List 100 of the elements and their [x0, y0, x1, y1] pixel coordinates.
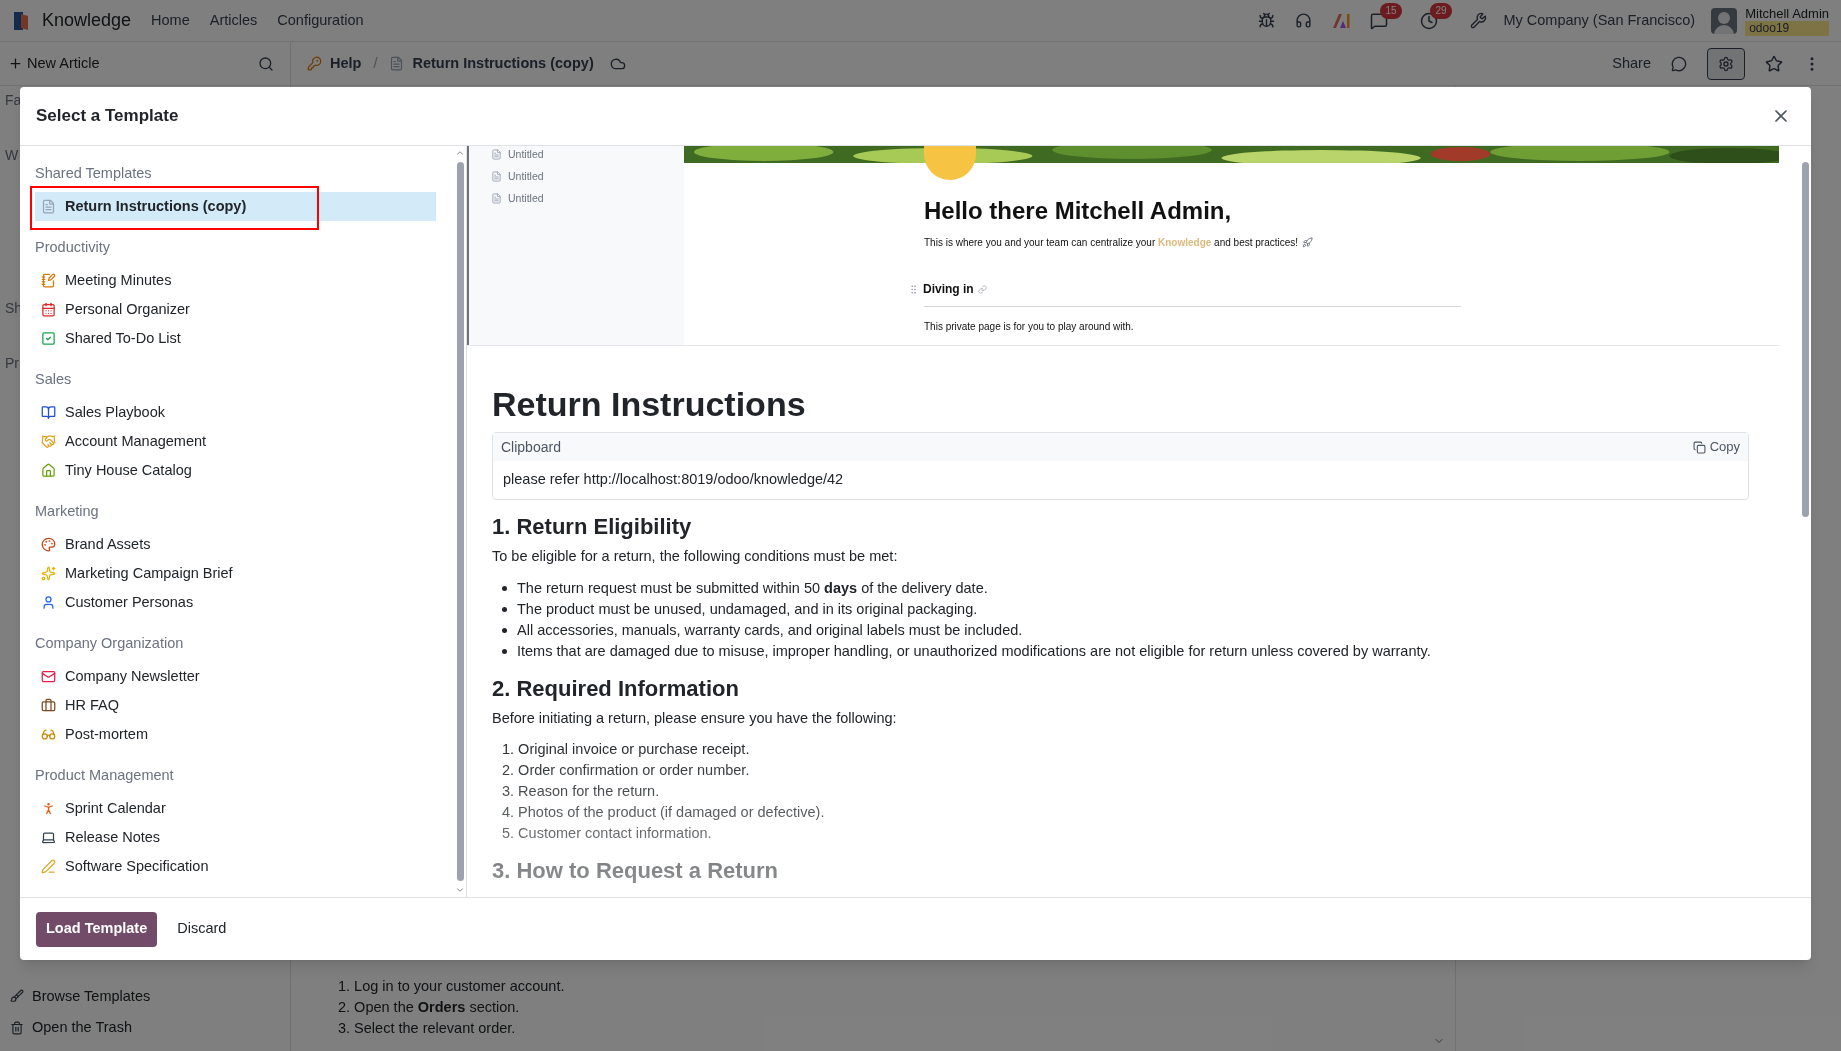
search-icon[interactable] — [258, 55, 274, 72]
notification-count: 29 — [1430, 2, 1452, 19]
template-item[interactable]: Meeting Minutes — [35, 266, 436, 295]
sparkles-icon — [41, 566, 56, 581]
template-item[interactable]: Sprint Calendar — [35, 794, 436, 823]
user-name[interactable]: Mitchell Admin — [1745, 5, 1829, 21]
list-item: The product must be unused, undamaged, and in its original packaging. — [517, 599, 978, 619]
group-heading: Productivity — [35, 238, 111, 257]
body-text: This private page is for you to play around with. — [924, 320, 1135, 334]
trash-icon — [10, 1021, 24, 1036]
discard-button[interactable]: Discard — [167, 911, 237, 947]
database-name: odoo19 — [1745, 20, 1829, 36]
checkbox-icon — [41, 331, 56, 346]
template-item[interactable]: Post-mortem — [35, 720, 436, 749]
group-heading: Company Organization — [35, 634, 185, 653]
chat-icon[interactable] — [1671, 55, 1687, 72]
template-item[interactable]: Personal Organizer — [35, 295, 436, 324]
key-icon — [307, 56, 322, 71]
headset-icon[interactable] — [1295, 12, 1313, 29]
template-item[interactable]: Account Management — [35, 427, 436, 456]
drag-handle-icon[interactable] — [908, 283, 919, 295]
menu-item[interactable]: Home — [151, 9, 190, 32]
list-item: 1. Log in to your customer account. — [338, 977, 566, 996]
section-heading: Diving in — [923, 281, 974, 298]
list-item: 2. Order confirmation or order number. — [502, 761, 750, 781]
ai-icon[interactable] — [1332, 12, 1351, 29]
plus-icon — [8, 56, 23, 71]
list-item: 5. Customer contact information. — [502, 824, 712, 844]
list-item: 3. Reason for the return. — [502, 782, 660, 802]
book-icon — [41, 405, 56, 420]
user-avatar[interactable] — [1711, 7, 1738, 34]
link-icon — [977, 284, 987, 294]
template-item[interactable]: Customer Personas — [35, 588, 436, 617]
template-item[interactable]: Company Newsletter — [35, 662, 436, 691]
page-icon — [41, 199, 56, 214]
section-heading: Fa — [5, 91, 23, 110]
greeting-heading: Hello there Mitchell Admin, — [924, 196, 1233, 226]
breadcrumb-item[interactable]: Return Instructions (copy) — [412, 52, 594, 75]
template-item[interactable]: Marketing Campaign Brief — [35, 559, 436, 588]
list-item: 2. Open the Orders section. — [338, 998, 521, 1017]
load-template-button[interactable]: Load Template — [36, 911, 158, 947]
scroll-up-icon[interactable] — [455, 148, 465, 158]
breadcrumb-item[interactable]: Help — [330, 52, 362, 75]
list-item: The return request must be submitted within 50 days of the delivery date. — [517, 578, 988, 598]
template-item[interactable]: Tiny House Catalog — [35, 456, 436, 485]
page-icon — [491, 149, 502, 161]
bullet-icon — [502, 648, 507, 654]
person-icon — [41, 801, 56, 816]
company-switcher[interactable]: My Company (San Francisco) — [1503, 9, 1696, 32]
section-heading: 2. Required Information — [492, 674, 740, 703]
notification-count: 15 — [1380, 2, 1402, 19]
template-item[interactable]: HR FAQ — [35, 691, 436, 720]
sidebar-link[interactable]: Browse Templates — [10, 985, 280, 1008]
group-heading: Product Management — [35, 766, 175, 785]
scroll-down-icon[interactable] — [455, 885, 465, 895]
template-item[interactable]: Software Specification — [35, 852, 436, 881]
sidebar-link[interactable]: Open the Trash — [10, 1017, 280, 1039]
rocket-icon — [1302, 237, 1314, 248]
intro-text: This is where you and your team can centralize your Knowledge and best practices! — [924, 236, 1299, 250]
app-name[interactable]: Knowledge — [42, 7, 132, 34]
tools-icon[interactable] — [1470, 12, 1488, 29]
dialog-title: Select a Template — [36, 105, 179, 128]
template-item[interactable]: Release Notes — [35, 823, 436, 852]
group-heading: Marketing — [35, 502, 100, 521]
person-icon — [41, 595, 56, 610]
notepad-icon — [41, 273, 56, 288]
page-icon — [389, 56, 405, 71]
pen-icon — [41, 859, 56, 874]
bug-icon[interactable] — [1258, 12, 1276, 29]
section-heading: Pr — [5, 354, 20, 373]
list-item: 1. Original invoice or purchase receipt. — [502, 740, 750, 760]
laptop-icon — [41, 830, 56, 845]
template-item[interactable]: Shared To-Do List — [35, 324, 436, 353]
page-link[interactable]: Untitled — [508, 190, 544, 207]
list-item: 4. Photos of the product (if damaged or defective). — [502, 803, 825, 823]
palette-icon — [41, 537, 56, 552]
paragraph: Before initiating a return, please ensure you have the following: — [492, 708, 898, 728]
menu-item[interactable]: Configuration — [277, 9, 364, 32]
logo-icon — [12, 9, 30, 32]
menu-item[interactable]: Articles — [209, 9, 258, 32]
share-button[interactable]: Share — [1612, 52, 1651, 75]
calendar-icon — [41, 302, 56, 317]
page-link[interactable]: Untitled — [508, 147, 544, 163]
house-icon — [41, 463, 56, 478]
template-item[interactable]: Return Instructions (copy) — [35, 192, 436, 221]
properties-button[interactable] — [1707, 47, 1745, 80]
new-article-button[interactable]: New Article — [8, 52, 100, 75]
paragraph: To be eligible for a return, the following conditions must be met: — [492, 546, 899, 566]
template-item[interactable]: Sales Playbook — [35, 398, 436, 427]
page-link[interactable]: Untitled — [508, 168, 544, 185]
template-item[interactable]: Brand Assets — [35, 530, 436, 559]
star-icon[interactable] — [1765, 54, 1783, 73]
copy-button[interactable]: Copy — [1692, 437, 1740, 457]
group-heading: Shared Templates — [35, 164, 153, 183]
copy-icon — [1692, 440, 1706, 454]
handshake-icon — [41, 434, 56, 449]
list-item: Items that are damaged due to misuse, improper handling, or unauthorized modifications are not eligible for return unless covered by warranty. — [517, 641, 1431, 661]
gear-icon — [1718, 55, 1734, 72]
envelope-icon — [41, 669, 56, 684]
briefcase-icon — [41, 698, 56, 713]
